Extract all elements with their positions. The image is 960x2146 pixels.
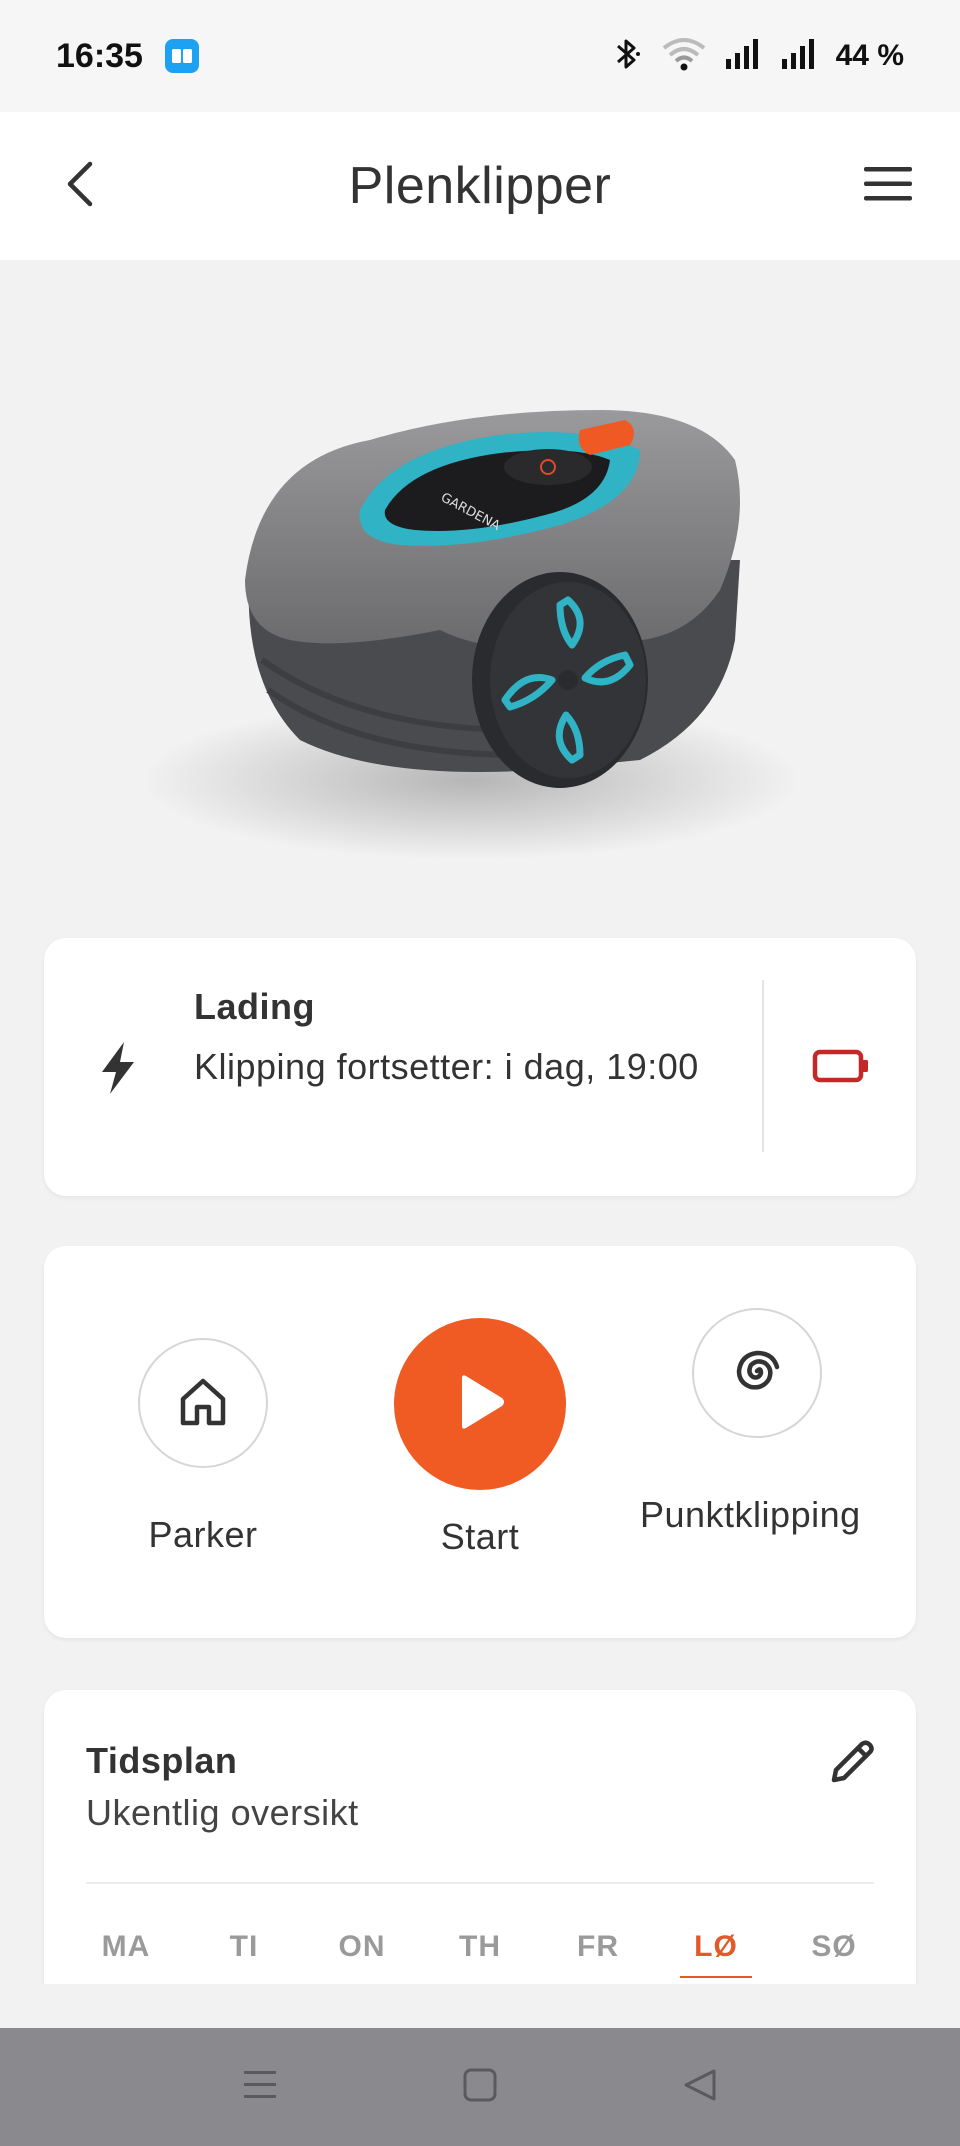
- day-tab-lo[interactable]: LØ: [676, 1930, 756, 1978]
- day-tab-on[interactable]: ON: [322, 1930, 402, 1978]
- mower-image: GARDENA: [0, 260, 960, 920]
- battery-percent: 44 %: [835, 39, 904, 72]
- chevron-left-icon: [62, 160, 98, 213]
- back-nav-button[interactable]: [668, 2055, 732, 2119]
- status-subtitle: Klipping fortsetter: i dag, 19:00: [194, 1046, 699, 1087]
- hamburger-menu-icon: [862, 164, 914, 209]
- page-title: Plenklipper: [348, 157, 612, 215]
- wifi-icon: [660, 36, 708, 77]
- day-tab-so[interactable]: SØ: [794, 1930, 874, 1978]
- start-circle[interactable]: [394, 1318, 566, 1490]
- pencil-icon: [826, 1736, 878, 1793]
- spiral-icon: [729, 1343, 785, 1404]
- spot-cutting-button[interactable]: Punktklipping: [640, 1308, 880, 1544]
- schedule-divider: [86, 1882, 874, 1884]
- edit-schedule-button[interactable]: [820, 1732, 884, 1796]
- day-tab-th[interactable]: TH: [440, 1930, 520, 1978]
- bluetooth-icon: [610, 36, 644, 77]
- schedule-title: Tidsplan: [86, 1740, 238, 1781]
- day-tab-fr[interactable]: FR: [558, 1930, 638, 1978]
- park-label: Parker: [148, 1514, 258, 1555]
- scroll-fade: [0, 1984, 960, 2028]
- recents-button[interactable]: [228, 2055, 292, 2119]
- spot-cutting-circle[interactable]: [692, 1308, 822, 1438]
- status-title: Lading: [194, 986, 315, 1027]
- signal-icon: [780, 37, 820, 76]
- schedule-subtitle: Ukentlig oversikt: [86, 1792, 359, 1833]
- park-button[interactable]: Parker: [118, 1338, 288, 1556]
- status-icons: 44 %: [610, 36, 904, 77]
- app-icon: [164, 39, 199, 73]
- status-time: 16:35: [56, 36, 143, 75]
- day-tab-ma[interactable]: MA: [86, 1930, 166, 1978]
- square-home-icon: [460, 2065, 500, 2110]
- spot-cutting-label: Punktklipping: [640, 1494, 861, 1535]
- menu-button[interactable]: [856, 158, 920, 214]
- status-text: Lading Klipping fortsetter: i dag, 19:00: [194, 986, 714, 1096]
- start-label: Start: [440, 1516, 520, 1557]
- triangle-back-icon: [680, 2065, 720, 2110]
- status-bar: 16:35 44 %: [0, 0, 960, 112]
- home-nav-button[interactable]: [448, 2055, 512, 2119]
- lightning-bolt-icon: [96, 1040, 140, 1101]
- system-nav-bar: [0, 2028, 960, 2146]
- start-button[interactable]: Start: [394, 1318, 566, 1558]
- weekday-tabs: MA TI ON TH FR LØ SØ: [86, 1930, 874, 1978]
- battery-low-icon[interactable]: [812, 1048, 870, 1089]
- app-header: Plenklipper: [0, 112, 960, 260]
- status-divider: [762, 980, 764, 1152]
- recents-icon: [240, 2065, 280, 2110]
- signal-icon: [724, 37, 764, 76]
- home-icon: [175, 1373, 231, 1434]
- play-icon: [452, 1372, 508, 1437]
- park-circle[interactable]: [138, 1338, 268, 1468]
- day-tab-ti[interactable]: TI: [204, 1930, 284, 1978]
- back-button[interactable]: [52, 158, 108, 214]
